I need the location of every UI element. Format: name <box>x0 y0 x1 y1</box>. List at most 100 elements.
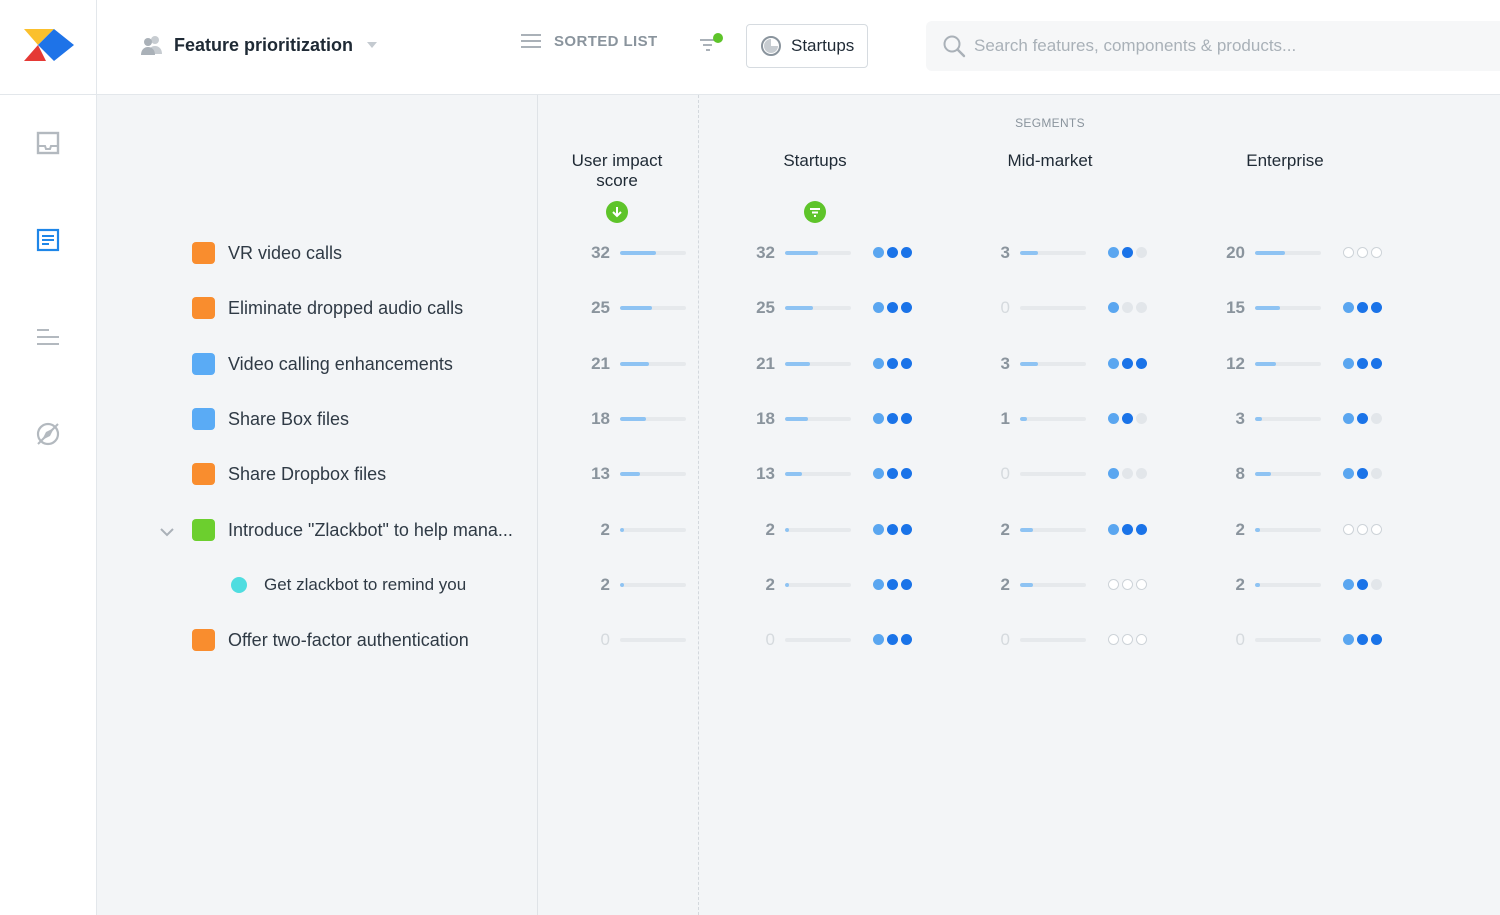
impact-score: 0 <box>600 630 610 650</box>
enterprise-rating-dots[interactable] <box>1343 578 1382 590</box>
enterprise-rating-dots[interactable] <box>1343 634 1382 646</box>
rating-dot <box>901 634 912 646</box>
startups-rating-dots[interactable] <box>873 302 912 314</box>
midmarket-score: 2 <box>1000 519 1010 539</box>
search-input[interactable] <box>974 36 1474 56</box>
segment-button[interactable]: Startups <box>746 24 868 68</box>
feature-name[interactable]: Get zlackbot to remind you <box>264 575 466 595</box>
midmarket-rating-dots[interactable] <box>1108 247 1147 258</box>
impact-score-bar <box>620 251 686 255</box>
enterprise-rating-dots[interactable] <box>1343 302 1382 314</box>
midmarket-rating-dots[interactable] <box>1108 578 1147 590</box>
startups-rating-dots[interactable] <box>873 247 912 258</box>
enterprise-score-bar <box>1255 582 1321 587</box>
rating-dot <box>873 357 884 369</box>
feature-row[interactable]: VR video calls 32 32 3 20 <box>140 233 1480 273</box>
rating-dot <box>901 247 912 258</box>
midmarket-rating-dots[interactable] <box>1108 634 1147 646</box>
nav-inbox[interactable] <box>33 128 63 158</box>
impact-score-bar <box>620 582 686 587</box>
rating-dot <box>1371 302 1382 314</box>
rating-dot <box>887 523 898 535</box>
nav-features[interactable] <box>33 225 63 255</box>
feature-row[interactable]: Get zlackbot to remind you 2 2 2 2 <box>140 565 1480 605</box>
feature-row[interactable]: Video calling enhancements 21 21 3 12 <box>140 344 1480 384</box>
feature-name[interactable]: VR video calls <box>228 243 342 264</box>
startups-rating-dots[interactable] <box>873 634 912 646</box>
impact-score-bar <box>620 638 686 643</box>
feature-color-square <box>192 297 215 320</box>
feature-name[interactable]: Offer two-factor authentication <box>228 630 469 651</box>
column-header-midmarket[interactable]: Mid-market <box>990 151 1110 171</box>
startups-rating-dots[interactable] <box>873 357 912 369</box>
startups-rating-dots[interactable] <box>873 468 912 480</box>
midmarket-rating-dots[interactable] <box>1108 468 1147 480</box>
feature-row[interactable]: Introduce "Zlackbot" to help mana... 2 2 2 2 <box>140 510 1480 550</box>
feature-row[interactable]: Share Dropbox files 13 13 0 8 <box>140 454 1480 494</box>
rating-dot <box>1343 468 1354 480</box>
column-header-enterprise[interactable]: Enterprise <box>1225 151 1345 171</box>
board-title-dropdown[interactable]: Feature prioritization <box>140 30 378 60</box>
rating-dot <box>1136 523 1147 535</box>
enterprise-rating-dots[interactable] <box>1343 468 1382 480</box>
enterprise-rating-dots[interactable] <box>1343 412 1382 424</box>
segment-filter-indicator[interactable] <box>804 201 826 223</box>
startups-score-bar <box>785 251 851 255</box>
feature-name[interactable]: Eliminate dropped audio calls <box>228 298 463 319</box>
rating-dot <box>1343 247 1354 258</box>
feature-row[interactable]: Share Box files 18 18 1 3 <box>140 399 1480 439</box>
collapse-chevron-icon[interactable] <box>160 524 174 542</box>
enterprise-rating-dots[interactable] <box>1343 523 1382 535</box>
midmarket-score-bar <box>1020 472 1086 477</box>
midmarket-rating-dots[interactable] <box>1108 412 1147 424</box>
sort-indicator[interactable] <box>606 201 628 223</box>
rating-dot <box>1357 634 1368 646</box>
nav-roadmap[interactable] <box>33 322 63 352</box>
column-header-impact[interactable]: User impact score <box>557 151 677 191</box>
column-header-startups[interactable]: Startups <box>755 151 875 171</box>
feature-name[interactable]: Share Dropbox files <box>228 464 386 485</box>
midmarket-rating-dots[interactable] <box>1108 357 1147 369</box>
enterprise-score: 15 <box>1226 298 1245 318</box>
segment-divider <box>698 95 699 915</box>
rating-dot <box>1122 302 1133 314</box>
rating-dot <box>873 247 884 258</box>
midmarket-rating-dots[interactable] <box>1108 302 1147 314</box>
rating-dot <box>1136 578 1147 590</box>
midmarket-score: 1 <box>1000 408 1010 428</box>
impact-score: 21 <box>591 353 610 373</box>
rating-dot <box>873 412 884 424</box>
impact-score: 13 <box>591 464 610 484</box>
startups-score-bar <box>785 527 851 532</box>
midmarket-rating-dots[interactable] <box>1108 523 1147 535</box>
feature-row[interactable]: Offer two-factor authentication 0 0 0 0 <box>140 620 1480 660</box>
rating-dot <box>887 634 898 646</box>
feature-name[interactable]: Share Box files <box>228 409 349 430</box>
midmarket-score-bar-fill <box>1020 527 1033 532</box>
impact-score-bar <box>620 527 686 532</box>
rating-dot <box>873 523 884 535</box>
feature-row[interactable]: Eliminate dropped audio calls 25 25 0 15 <box>140 288 1480 328</box>
feature-color-square <box>192 463 215 486</box>
midmarket-score: 3 <box>1000 243 1010 262</box>
rating-dot <box>1371 412 1382 424</box>
enterprise-rating-dots[interactable] <box>1343 357 1382 369</box>
rating-dot <box>1343 412 1354 424</box>
enterprise-rating-dots[interactable] <box>1343 247 1382 258</box>
nav-insights[interactable] <box>33 419 63 449</box>
startups-rating-dots[interactable] <box>873 523 912 535</box>
startups-rating-dots[interactable] <box>873 412 912 424</box>
startups-rating-dots[interactable] <box>873 578 912 590</box>
view-switcher[interactable]: SORTED LIST <box>520 32 658 50</box>
enterprise-score-bar-fill <box>1255 472 1271 477</box>
filter-button[interactable] <box>698 32 724 63</box>
startups-score: 13 <box>756 464 775 484</box>
midmarket-score-bar <box>1020 582 1086 587</box>
enterprise-score: 3 <box>1235 408 1245 428</box>
app-logo[interactable] <box>0 0 97 95</box>
feature-name[interactable]: Introduce "Zlackbot" to help mana... <box>228 520 513 541</box>
rating-dot <box>1343 578 1354 590</box>
feature-name[interactable]: Video calling enhancements <box>228 354 453 375</box>
midmarket-score-bar <box>1020 416 1086 421</box>
impact-score-bar <box>620 416 686 421</box>
